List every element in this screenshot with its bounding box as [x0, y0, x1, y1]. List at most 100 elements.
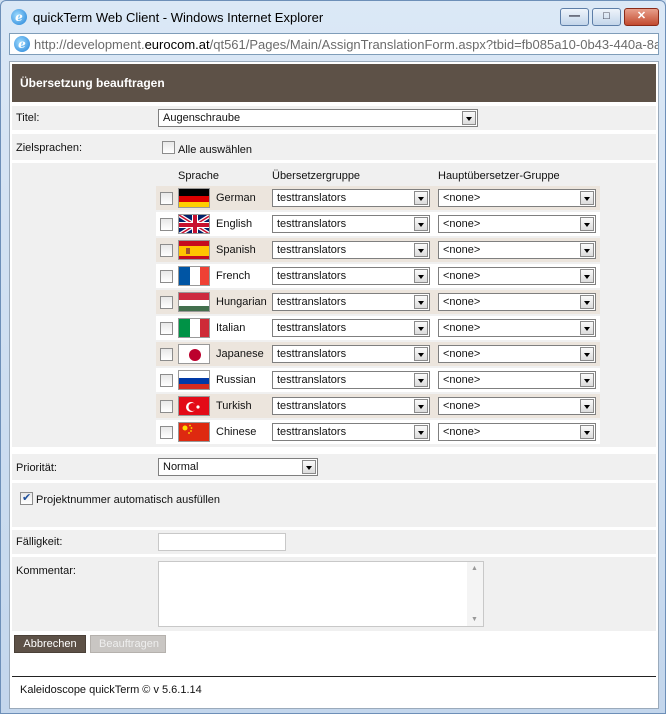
language-row-hungarian: Hungarian testtranslators <none>: [156, 290, 600, 314]
language-checkbox[interactable]: [160, 322, 173, 335]
language-checkbox[interactable]: [160, 244, 173, 257]
language-name: Hungarian: [216, 296, 267, 308]
language-checkbox[interactable]: [160, 296, 173, 309]
comment-textarea[interactable]: ▲ ▼: [158, 561, 484, 627]
flag-cn-icon: [178, 422, 210, 442]
translator-group-select[interactable]: testtranslators: [272, 345, 430, 363]
browser-window: e quickTerm Web Client - Windows Interne…: [0, 0, 666, 714]
chevron-down-icon: [414, 217, 428, 231]
language-row-german: German testtranslators <none>: [156, 186, 600, 210]
language-name: French: [216, 270, 251, 282]
priority-label: Priorität:: [16, 462, 57, 474]
language-checkbox[interactable]: [160, 400, 173, 413]
language-checkbox[interactable]: [160, 374, 173, 387]
scroll-up-icon[interactable]: ▲: [471, 565, 478, 572]
minimize-icon[interactable]: —: [560, 8, 589, 26]
chevron-down-icon: [414, 269, 428, 283]
chevron-down-icon: [580, 191, 594, 205]
priority-row: Priorität: Normal: [12, 454, 656, 480]
close-icon[interactable]: ✕: [624, 8, 659, 26]
flag-es-icon: [178, 240, 210, 260]
translator-group-select[interactable]: testtranslators: [272, 371, 430, 389]
select-all-label: Alle auswählen: [178, 144, 252, 156]
translator-group-select[interactable]: testtranslators: [272, 397, 430, 415]
flag-ru-icon: [178, 370, 210, 390]
due-row: Fälligkeit:: [12, 530, 656, 554]
footer-version: Kaleidoscope quickTerm © v 5.6.1.14: [20, 684, 202, 696]
language-row-spanish: Spanish testtranslators <none>: [156, 238, 600, 262]
priority-select[interactable]: Normal: [158, 458, 318, 476]
translator-group-select[interactable]: testtranslators: [272, 293, 430, 311]
translator-group-select[interactable]: testtranslators: [272, 241, 430, 259]
maximize-icon[interactable]: □: [592, 8, 621, 26]
language-name: English: [216, 218, 253, 230]
language-name: Italian: [216, 322, 246, 334]
language-name: Russian: [216, 374, 256, 386]
language-checkbox[interactable]: [160, 218, 173, 231]
auto-project-checkbox[interactable]: [20, 491, 33, 505]
chevron-down-icon: [580, 269, 594, 283]
target-languages-row: Zielsprachen: Alle auswählen: [12, 134, 656, 160]
language-name: German: [216, 192, 256, 204]
main-translator-group-select[interactable]: <none>: [438, 423, 596, 441]
select-all-checkbox[interactable]: [162, 141, 175, 154]
col-translator-group: Übersetzergruppe: [272, 170, 361, 182]
chevron-down-icon: [462, 111, 476, 125]
chevron-down-icon: [414, 295, 428, 309]
translator-group-select[interactable]: testtranslators: [272, 189, 430, 207]
title-select[interactable]: Augenschraube: [158, 109, 478, 127]
form-header: Übersetzung beauftragen: [12, 64, 656, 102]
chevron-down-icon: [580, 373, 594, 387]
flag-it-icon: [178, 318, 210, 338]
comment-label: Kommentar:: [16, 565, 76, 577]
window-title: quickTerm Web Client - Windows Internet …: [33, 10, 324, 25]
main-translator-group-select[interactable]: <none>: [438, 397, 596, 415]
translator-group-select[interactable]: testtranslators: [272, 319, 430, 337]
chevron-down-icon: [580, 217, 594, 231]
main-translator-group-select[interactable]: <none>: [438, 293, 596, 311]
chevron-down-icon: [414, 373, 428, 387]
title-label: Titel:: [16, 112, 40, 124]
url-text: http://development.eurocom.at/qt561/Page…: [34, 37, 659, 52]
due-label: Fälligkeit:: [16, 536, 63, 548]
chevron-down-icon: [580, 425, 594, 439]
title-row: Titel: Augenschraube: [12, 106, 656, 130]
target-languages-label: Zielsprachen:: [16, 142, 83, 154]
page-ie-icon: e: [14, 36, 30, 52]
language-row-french: French testtranslators <none>: [156, 264, 600, 288]
language-row-japanese: Japanese testtranslators <none>: [156, 342, 600, 366]
main-translator-group-select[interactable]: <none>: [438, 345, 596, 363]
cancel-button[interactable]: Abbrechen: [14, 635, 86, 653]
chevron-down-icon: [414, 191, 428, 205]
address-bar[interactable]: e http://development.eurocom.at/qt561/Pa…: [9, 33, 659, 55]
language-row-russian: Russian testtranslators <none>: [156, 368, 600, 392]
language-checkbox[interactable]: [160, 348, 173, 361]
language-checkbox[interactable]: [160, 426, 173, 439]
language-name: Spanish: [216, 244, 256, 256]
translator-group-select[interactable]: testtranslators: [272, 423, 430, 441]
translator-group-select[interactable]: testtranslators: [272, 215, 430, 233]
language-checkbox[interactable]: [160, 270, 173, 283]
due-date-input[interactable]: [158, 533, 286, 551]
translator-group-select[interactable]: testtranslators: [272, 267, 430, 285]
main-translator-group-select[interactable]: <none>: [438, 189, 596, 207]
flag-jp-icon: [178, 344, 210, 364]
ie-logo-icon: e: [11, 9, 27, 25]
main-translator-group-select[interactable]: <none>: [438, 215, 596, 233]
auto-project-row: Projektnummer automatisch ausfüllen: [12, 483, 656, 527]
language-checkbox[interactable]: [160, 192, 173, 205]
chevron-down-icon: [302, 460, 316, 474]
form-content: Übersetzung beauftragen Titel: Augenschr…: [9, 61, 659, 709]
language-row-chinese: Chinese testtranslators <none>: [156, 420, 600, 444]
main-translator-group-select[interactable]: <none>: [438, 267, 596, 285]
comment-scrollbar[interactable]: ▲ ▼: [467, 562, 483, 626]
language-name: Japanese: [216, 348, 264, 360]
main-translator-group-select[interactable]: <none>: [438, 371, 596, 389]
main-translator-group-select[interactable]: <none>: [438, 319, 596, 337]
language-row-english: English testtranslators <none>: [156, 212, 600, 236]
title-bar: e quickTerm Web Client - Windows Interne…: [1, 1, 665, 31]
main-translator-group-select[interactable]: <none>: [438, 241, 596, 259]
scroll-down-icon[interactable]: ▼: [471, 616, 478, 623]
chevron-down-icon: [414, 243, 428, 257]
submit-button[interactable]: Beauftragen: [90, 635, 166, 653]
